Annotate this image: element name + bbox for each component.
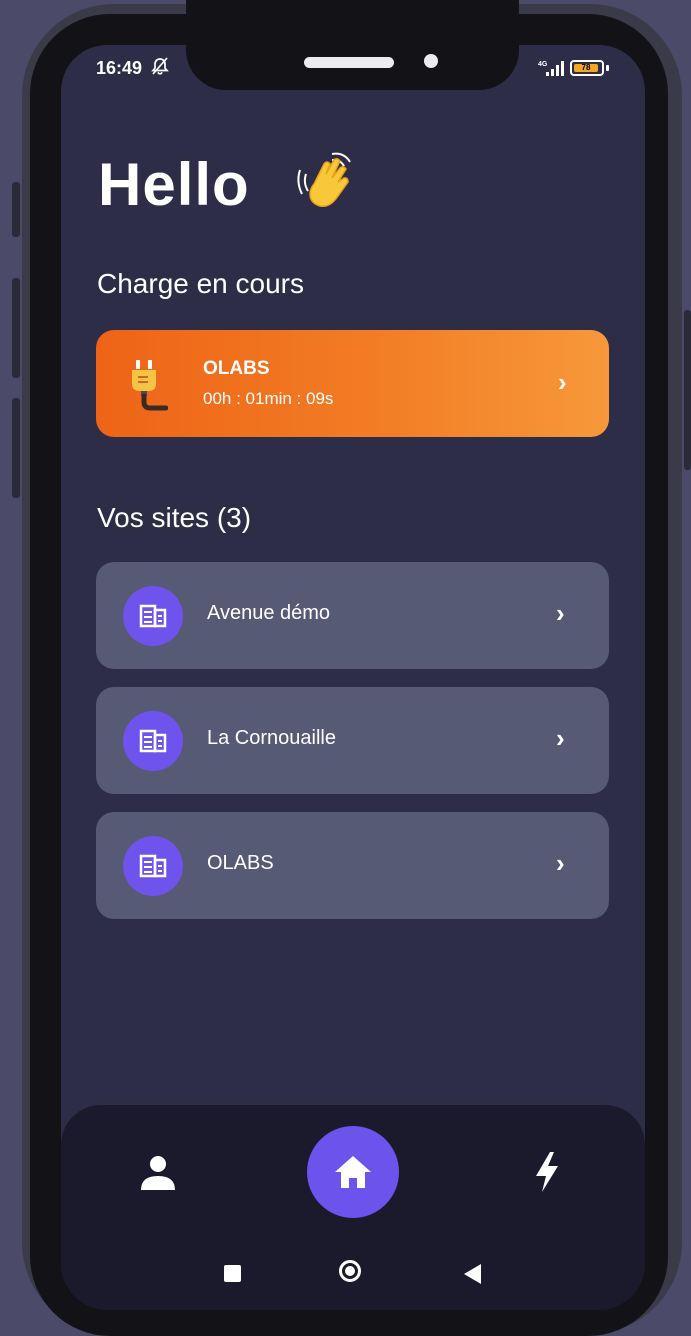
building-icon [123, 711, 183, 771]
home-icon [335, 1156, 371, 1188]
nav-charging-button[interactable] [532, 1150, 562, 1194]
site-card[interactable]: La Cornouaille › [96, 687, 609, 794]
front-camera [424, 54, 438, 68]
network-label: 4G [538, 61, 548, 68]
phone-power-button [684, 310, 691, 470]
site-name: OLABS [207, 852, 274, 874]
chevron-right-icon: › [556, 848, 565, 878]
waving-hand-icon [292, 150, 362, 219]
nav-home-button[interactable] [307, 1126, 399, 1218]
user-icon [141, 1156, 175, 1190]
nav-profile-button[interactable] [138, 1152, 178, 1192]
site-name: Avenue démo [207, 602, 331, 624]
chevron-right-icon: › [558, 367, 567, 397]
building-icon [123, 586, 183, 646]
back-button[interactable] [464, 1264, 481, 1284]
notch [186, 0, 519, 90]
charge-duration: 00h : 01min : 09s [203, 389, 334, 408]
signal-icon: 4G [538, 60, 568, 83]
speaker [304, 57, 394, 68]
recent-apps-button[interactable] [224, 1265, 241, 1282]
site-name: La Cornouaille [207, 727, 336, 749]
phone-volume-down-button [12, 398, 20, 498]
status-time: 16:49 [96, 58, 143, 78]
home-system-button[interactable] [339, 1260, 361, 1282]
battery-level: 78 [574, 64, 598, 72]
greeting-title: Hello [98, 151, 250, 218]
site-card[interactable]: OLABS › [96, 812, 609, 919]
phone-volume-up-button [12, 278, 20, 378]
battery-icon: 78 [570, 60, 604, 76]
site-card[interactable]: Avenue démo › [96, 562, 609, 669]
lightning-icon [536, 1152, 558, 1192]
battery-tip [606, 65, 609, 71]
chevron-right-icon: › [556, 723, 565, 753]
charge-station-name: OLABS [203, 358, 270, 379]
chevron-right-icon: › [556, 598, 565, 628]
plug-icon [126, 358, 169, 417]
bell-off-icon [150, 56, 170, 81]
sites-section-title: Vos sites (3) [97, 502, 252, 533]
charging-section-title: Charge en cours [97, 268, 305, 299]
building-icon [123, 836, 183, 896]
active-charge-card[interactable]: OLABS 00h : 01min : 09s › [96, 330, 609, 437]
phone-side-button [12, 182, 20, 237]
